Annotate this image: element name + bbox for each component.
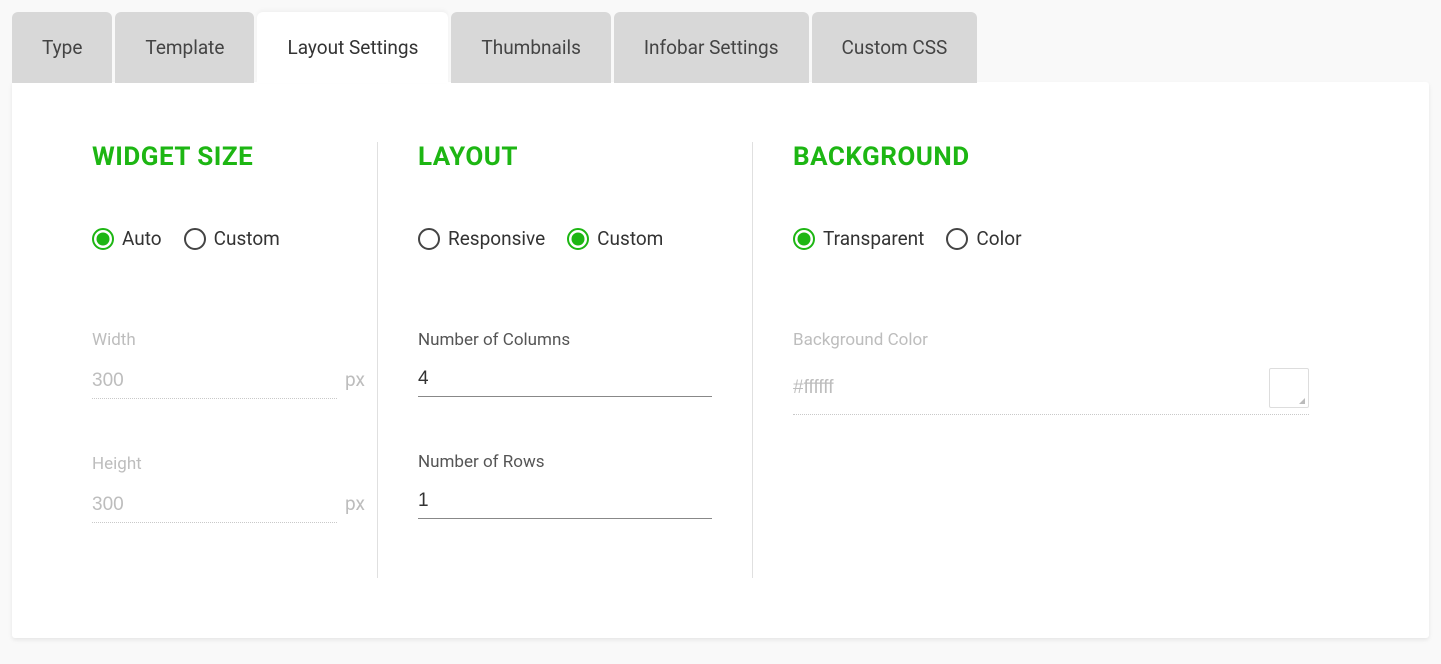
columns-input[interactable] [418, 368, 712, 390]
tab-type[interactable]: Type [12, 12, 112, 83]
settings-panel: WIDGET SIZE Auto Custom Width px [12, 82, 1429, 638]
layout-title: LAYOUT [418, 142, 712, 172]
height-input [92, 494, 337, 516]
width-input [92, 370, 337, 392]
columns-field: Number of Columns [418, 330, 712, 397]
widget-size-radio-group: Auto Custom [92, 227, 337, 250]
width-field: Width px [92, 330, 337, 399]
background-color-radio[interactable]: Color [946, 227, 1021, 250]
radio-icon [92, 228, 114, 250]
background-color-label: Background Color [793, 330, 1309, 350]
radio-label: Transparent [823, 227, 924, 250]
radio-label: Custom [597, 227, 663, 250]
radio-label: Auto [122, 227, 162, 250]
columns-label: Number of Columns [418, 330, 712, 350]
tab-template[interactable]: Template [115, 12, 254, 83]
rows-label: Number of Rows [418, 452, 712, 472]
widget-size-auto-radio[interactable]: Auto [92, 227, 162, 250]
background-transparent-radio[interactable]: Transparent [793, 227, 924, 250]
radio-icon [418, 228, 440, 250]
widget-size-title: WIDGET SIZE [92, 142, 337, 172]
width-label: Width [92, 330, 337, 350]
width-unit: px [345, 368, 365, 391]
radio-label: Responsive [448, 227, 545, 250]
layout-responsive-radio[interactable]: Responsive [418, 227, 545, 250]
height-unit: px [345, 492, 365, 515]
widget-size-custom-radio[interactable]: Custom [184, 227, 280, 250]
radio-icon [184, 228, 206, 250]
rows-field: Number of Rows [418, 452, 712, 519]
background-title: BACKGROUND [793, 142, 1309, 172]
height-field: Height px [92, 454, 337, 523]
layout-custom-radio[interactable]: Custom [567, 227, 663, 250]
radio-icon [567, 228, 589, 250]
color-swatch [1269, 368, 1309, 408]
background-radio-group: Transparent Color [793, 227, 1309, 250]
tabs: Type Template Layout Settings Thumbnails… [12, 12, 1429, 83]
radio-icon [946, 228, 968, 250]
background-color-input [793, 377, 1261, 399]
tab-infobar-settings[interactable]: Infobar Settings [614, 12, 809, 83]
radio-label: Color [976, 227, 1021, 250]
widget-size-section: WIDGET SIZE Auto Custom Width px [92, 142, 377, 578]
background-section: BACKGROUND Transparent Color Background … [752, 142, 1349, 578]
rows-input[interactable] [418, 490, 712, 512]
tab-thumbnails[interactable]: Thumbnails [451, 12, 610, 83]
radio-label: Custom [214, 227, 280, 250]
height-label: Height [92, 454, 337, 474]
tab-layout-settings[interactable]: Layout Settings [257, 12, 448, 83]
tab-custom-css[interactable]: Custom CSS [812, 12, 978, 83]
background-color-field: Background Color [793, 330, 1309, 415]
layout-section: LAYOUT Responsive Custom Number of Colum… [377, 142, 752, 578]
layout-radio-group: Responsive Custom [418, 227, 712, 250]
radio-icon [793, 228, 815, 250]
